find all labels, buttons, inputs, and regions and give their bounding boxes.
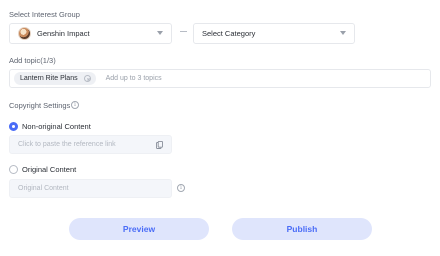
interest-group-label: Select Interest Group (9, 10, 80, 19)
post-settings-panel: Select Interest Group Genshin Impact Sel… (0, 0, 440, 256)
copyright-settings-label: Copyright Settings (9, 101, 71, 110)
chevron-down-icon (340, 31, 346, 35)
original-content-placeholder: Original Content (18, 185, 69, 192)
select-separator (180, 31, 187, 32)
reference-link-input[interactable]: Click to paste the reference link (9, 135, 172, 154)
preview-button[interactable]: Preview (69, 218, 209, 240)
reference-link-placeholder: Click to paste the reference link (18, 141, 116, 148)
topic-chip-label: Lantern Rite Plans (20, 75, 78, 82)
game-select-value: Genshin Impact (37, 29, 90, 38)
info-icon[interactable]: i (71, 101, 79, 109)
topic-input-placeholder: Add up to 3 topics (105, 75, 162, 82)
non-original-radio[interactable] (9, 122, 18, 131)
original-label: Original Content (22, 165, 77, 174)
original-radio[interactable] (9, 165, 18, 174)
category-select[interactable]: Select Category (193, 23, 355, 44)
non-original-label: Non-original Content (22, 122, 91, 131)
paste-icon[interactable] (156, 141, 163, 149)
info-icon[interactable]: i (177, 184, 185, 192)
topic-chip[interactable]: Lantern Rite Plans (14, 72, 96, 85)
game-avatar-icon (18, 27, 31, 40)
publish-button[interactable]: Publish (232, 218, 372, 240)
original-content-input[interactable]: Original Content (9, 179, 172, 198)
game-select[interactable]: Genshin Impact (9, 23, 172, 44)
category-select-value: Select Category (202, 29, 256, 38)
topic-input-box[interactable]: Lantern Rite Plans Add up to 3 topics (9, 69, 431, 88)
chevron-down-icon (157, 31, 163, 35)
add-topic-label: Add topic(1/3) (9, 56, 56, 65)
remove-topic-icon[interactable] (83, 75, 91, 82)
